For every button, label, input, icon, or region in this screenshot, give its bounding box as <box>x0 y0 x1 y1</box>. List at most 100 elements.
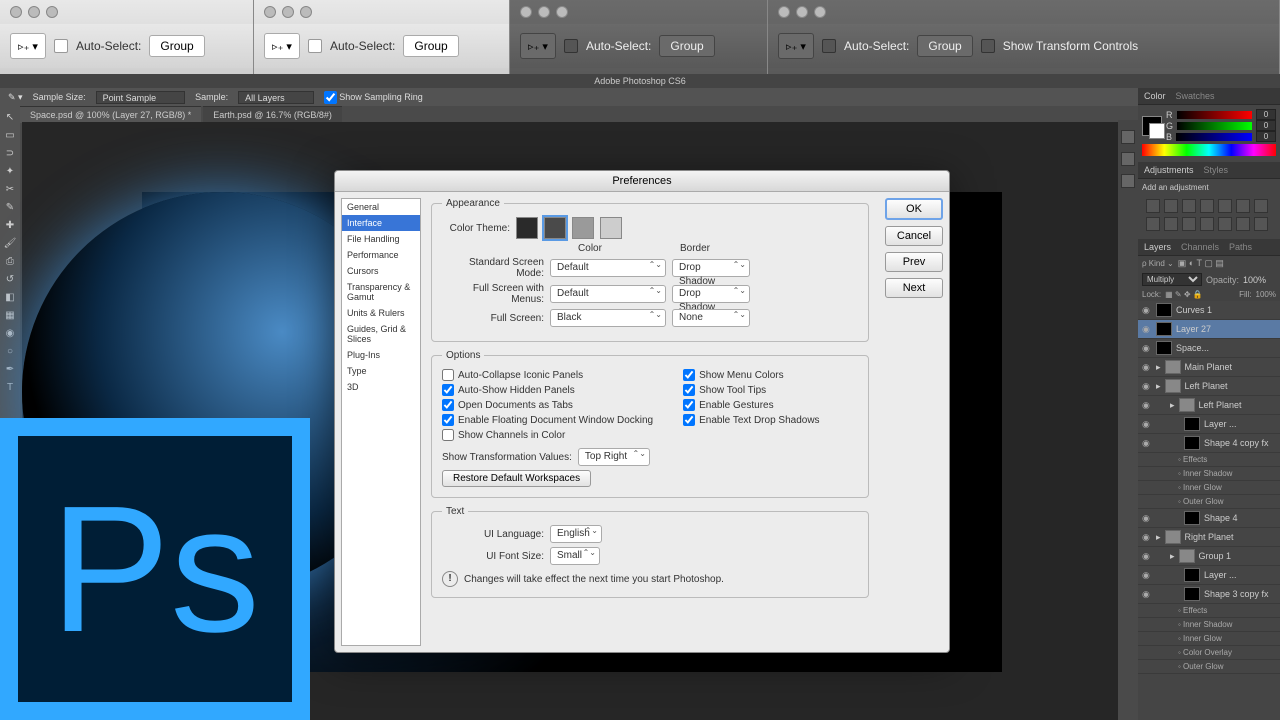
sample-select[interactable]: All Layers <box>238 91 314 104</box>
full-color-select[interactable]: Black <box>550 309 666 327</box>
pref-sidebar-item[interactable]: Guides, Grid & Slices <box>342 321 420 347</box>
layer-row[interactable]: ◉Space... <box>1138 339 1280 358</box>
next-button[interactable]: Next <box>885 278 943 298</box>
auto-select-checkbox[interactable] <box>308 39 322 53</box>
show-sampling-ring-checkbox[interactable] <box>324 91 337 104</box>
move-tool-icon[interactable]: ▹₊ ▾ <box>264 33 300 59</box>
group-select[interactable]: Group <box>403 35 458 57</box>
sample-size-select[interactable]: Point Sample <box>96 91 186 104</box>
full-menus-border-select[interactable]: Drop Shadow <box>672 285 750 303</box>
adjustment-icon[interactable] <box>1236 217 1250 231</box>
prev-button[interactable]: Prev <box>885 252 943 272</box>
restore-workspaces-button[interactable]: Restore Default Workspaces <box>442 470 591 487</box>
swatches-tab[interactable]: Swatches <box>1176 91 1215 101</box>
fill-value[interactable]: 100% <box>1256 290 1276 299</box>
paths-tab[interactable]: Paths <box>1229 242 1252 252</box>
actions-panel-icon[interactable] <box>1121 152 1135 166</box>
layer-list[interactable]: ◉Curves 1◉Layer 27◉Space...◉▸Main Planet… <box>1138 301 1280 701</box>
layer-row[interactable]: ◉▸Right Planet <box>1138 528 1280 547</box>
adjustment-icon[interactable] <box>1236 199 1250 213</box>
group-select[interactable]: Group <box>149 35 204 57</box>
lasso-tool-icon[interactable]: ⊃ <box>2 146 18 162</box>
move-tool-icon[interactable]: ▹₊ ▾ <box>520 33 556 59</box>
auto-collapse-checkbox[interactable] <box>442 369 454 381</box>
adjustment-icon[interactable] <box>1164 217 1178 231</box>
adjustment-icon[interactable] <box>1200 217 1214 231</box>
group-select[interactable]: Group <box>917 35 972 57</box>
blur-tool-icon[interactable]: ◉ <box>2 326 18 342</box>
fg-bg-swatch[interactable] <box>1142 116 1162 136</box>
adjustment-icon[interactable] <box>1146 199 1160 213</box>
layer-row[interactable]: ◦ Effects <box>1138 453 1280 467</box>
stamp-tool-icon[interactable]: ⎙ <box>2 254 18 270</box>
adjustment-icon[interactable] <box>1218 199 1232 213</box>
pref-sidebar-item[interactable]: General <box>342 199 420 215</box>
marquee-tool-icon[interactable]: ▭ <box>2 128 18 144</box>
history-brush-tool-icon[interactable]: ↺ <box>2 272 18 288</box>
layer-row[interactable]: ◉Shape 4 copy fx <box>1138 434 1280 453</box>
visibility-icon[interactable]: ◉ <box>1142 438 1152 448</box>
layer-row[interactable]: ◉▸Group 1 <box>1138 547 1280 566</box>
layer-row[interactable]: ◦ Inner Glow <box>1138 481 1280 495</box>
r-value[interactable]: 0 <box>1256 109 1276 120</box>
layer-row[interactable]: ◉Curves 1 <box>1138 301 1280 320</box>
blend-mode-select[interactable]: Multiply <box>1142 273 1202 286</box>
visibility-icon[interactable]: ◉ <box>1142 570 1152 580</box>
styles-tab[interactable]: Styles <box>1204 165 1229 175</box>
eyedropper-tool-icon[interactable]: ✎ <box>2 200 18 216</box>
move-tool-icon[interactable]: ▹₊ ▾ <box>10 33 46 59</box>
floating-checkbox[interactable] <box>442 414 454 426</box>
pref-sidebar-item[interactable]: Units & Rulers <box>342 305 420 321</box>
color-spectrum[interactable] <box>1142 144 1276 156</box>
adjustment-icon[interactable] <box>1182 217 1196 231</box>
open-tabs-checkbox[interactable] <box>442 399 454 411</box>
pref-sidebar-item[interactable]: Interface <box>342 215 420 231</box>
eyedropper-icon[interactable]: ✎ ▾ <box>8 92 23 103</box>
auto-select-checkbox[interactable] <box>564 39 578 53</box>
gradient-tool-icon[interactable]: ▦ <box>2 308 18 324</box>
layer-row[interactable]: ◦ Inner Shadow <box>1138 618 1280 632</box>
ok-button[interactable]: OK <box>885 198 943 220</box>
visibility-icon[interactable]: ◉ <box>1142 343 1152 353</box>
visibility-icon[interactable]: ◉ <box>1142 589 1152 599</box>
document-tab-1[interactable]: Space.psd @ 100% (Layer 27, RGB/8) * <box>20 106 201 123</box>
visibility-icon[interactable]: ◉ <box>1142 362 1152 372</box>
full-menus-color-select[interactable]: Default <box>550 285 666 303</box>
layer-row[interactable]: ◦ Color Overlay <box>1138 646 1280 660</box>
theme-swatch-dark[interactable] <box>516 217 538 239</box>
layer-row[interactable]: ◦ Outer Glow <box>1138 660 1280 674</box>
pref-sidebar-item[interactable]: Cursors <box>342 263 420 279</box>
theme-swatch-medium-light[interactable] <box>572 217 594 239</box>
adjustment-icon[interactable] <box>1164 199 1178 213</box>
visibility-icon[interactable]: ◉ <box>1142 305 1152 315</box>
visibility-icon[interactable]: ◉ <box>1142 400 1152 410</box>
auto-select-checkbox[interactable] <box>54 39 68 53</box>
visibility-icon[interactable]: ◉ <box>1142 513 1152 523</box>
text-shadows-checkbox[interactable] <box>683 414 695 426</box>
move-tool-icon[interactable]: ▹₊ ▾ <box>778 33 814 59</box>
adjustment-icon[interactable] <box>1200 199 1214 213</box>
layer-row[interactable]: ◦ Outer Glow <box>1138 495 1280 509</box>
crop-tool-icon[interactable]: ✂ <box>2 182 18 198</box>
layer-row[interactable]: ◦ Inner Shadow <box>1138 467 1280 481</box>
pref-sidebar-item[interactable]: 3D <box>342 379 420 395</box>
ui-language-select[interactable]: English <box>550 525 602 543</box>
layer-row[interactable]: ◉Layer 27 <box>1138 320 1280 339</box>
layer-row[interactable]: ◉Shape 4 <box>1138 509 1280 528</box>
heal-tool-icon[interactable]: ✚ <box>2 218 18 234</box>
adjustments-tab[interactable]: Adjustments <box>1144 165 1194 175</box>
eraser-tool-icon[interactable]: ◧ <box>2 290 18 306</box>
menu-colors-checkbox[interactable] <box>683 369 695 381</box>
visibility-icon[interactable]: ◉ <box>1142 551 1152 561</box>
adjustment-icon[interactable] <box>1218 217 1232 231</box>
cancel-button[interactable]: Cancel <box>885 226 943 246</box>
standard-border-select[interactable]: Drop Shadow <box>672 259 750 277</box>
wand-tool-icon[interactable]: ✦ <box>2 164 18 180</box>
brush-tool-icon[interactable]: 🖌 <box>2 236 18 252</box>
layers-tab[interactable]: Layers <box>1144 242 1171 252</box>
pen-tool-icon[interactable]: ✒ <box>2 362 18 378</box>
type-tool-icon[interactable]: T <box>2 380 18 396</box>
group-select[interactable]: Group <box>659 35 714 57</box>
show-transform-checkbox[interactable] <box>981 39 995 53</box>
layer-row[interactable]: ◉Shape 3 copy fx <box>1138 585 1280 604</box>
